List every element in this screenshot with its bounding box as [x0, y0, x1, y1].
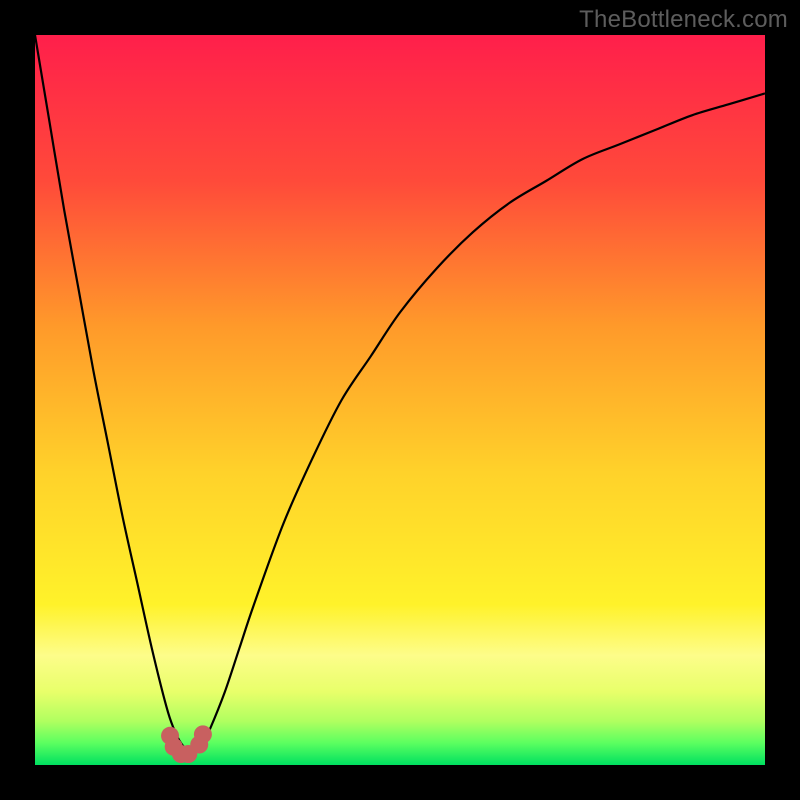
curve-layer [35, 35, 765, 765]
chart-frame: TheBottleneck.com [0, 0, 800, 800]
marker-cluster [161, 725, 212, 763]
watermark-text: TheBottleneck.com [579, 6, 788, 34]
bottleneck-curve [35, 35, 765, 751]
marker-dot [194, 725, 212, 743]
plot-area [35, 35, 765, 765]
